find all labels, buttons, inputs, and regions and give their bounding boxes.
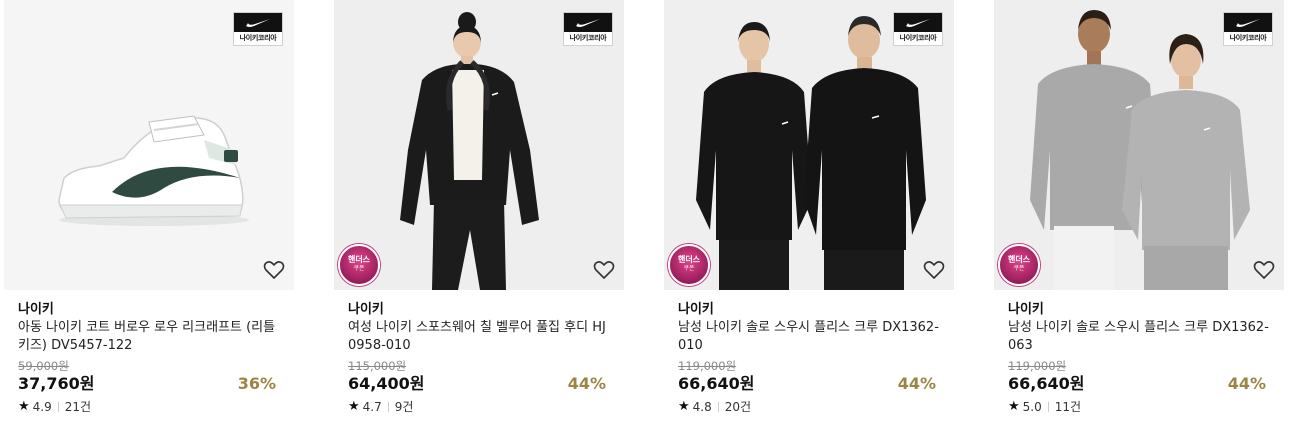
store-badge: 나이키코리아 <box>1223 12 1273 46</box>
discount-rate: 44% <box>1227 374 1266 393</box>
star-icon: ★ <box>348 399 360 414</box>
star-icon: ★ <box>678 399 690 414</box>
divider <box>1047 402 1049 412</box>
product-card[interactable]: 나이키코리아 나이키 아동 나이키 코트 버로우 로우 리크래프트 (리틀키즈)… <box>4 0 294 441</box>
price-row: 37,760원 36% <box>18 373 280 395</box>
star-icon: ★ <box>1008 399 1020 414</box>
store-badge: 나이키코리아 <box>563 12 613 46</box>
store-badge-label: 나이키코리아 <box>239 34 277 42</box>
product-name[interactable]: 남성 나이키 솔로 스우시 플리스 크루 DX1362-063 <box>1008 319 1270 355</box>
product-info: 나이키 여성 나이키 스포츠웨어 칠 벨루어 풀집 후디 HJ0958-010 … <box>334 290 624 415</box>
review-count: 9건 <box>394 400 414 414</box>
rating-row: ★ 5.0 11건 <box>1008 399 1270 415</box>
nike-swoosh-icon <box>246 18 270 27</box>
coupon-badge: 핸더스 쿠폰 <box>338 244 380 286</box>
sale-price: 37,760원 <box>18 374 95 393</box>
star-icon: ★ <box>18 399 30 414</box>
product-brand: 나이키 <box>348 302 384 317</box>
nike-swoosh-icon <box>576 18 600 27</box>
store-badge: 나이키코리아 <box>893 12 943 46</box>
original-price: 119,000원 <box>1008 359 1067 373</box>
store-badge-label: 나이키코리아 <box>569 34 607 42</box>
coupon-sub-label: 쿠폰 <box>353 265 365 272</box>
coupon-sub-label: 쿠폰 <box>1013 265 1025 272</box>
product-image[interactable]: 나이키코리아 핸더스 쿠폰 <box>664 0 954 290</box>
store-badge-label: 나이키코리아 <box>1229 34 1267 42</box>
coupon-label: 핸더스 <box>1007 255 1031 264</box>
product-image[interactable]: 나이키코리아 핸더스 쿠폰 <box>334 0 624 290</box>
coupon-badge: 핸더스 쿠폰 <box>998 244 1040 286</box>
rating-value: 4.8 <box>692 400 712 414</box>
discount-rate: 36% <box>237 374 276 393</box>
review-count: 20건 <box>724 400 752 414</box>
rating-row: ★ 4.9 21건 <box>18 399 280 415</box>
review-count: 21건 <box>64 400 92 414</box>
product-name[interactable]: 아동 나이키 코트 버로우 로우 리크래프트 (리틀키즈) DV5457-122 <box>18 319 280 355</box>
price-row: 66,640원 44% <box>678 373 940 395</box>
price-row: 66,640원 44% <box>1008 373 1270 395</box>
product-card[interactable]: 나이키코리아 핸더스 쿠폰 나이키 남성 나이키 솔로 스우시 플리스 크루 D… <box>994 0 1284 441</box>
rating-value: 4.9 <box>32 400 52 414</box>
product-info: 나이키 아동 나이키 코트 버로우 로우 리크래프트 (리틀키즈) DV5457… <box>4 290 294 415</box>
coupon-badge: 핸더스 쿠폰 <box>668 244 710 286</box>
store-badge: 나이키코리아 <box>233 12 283 46</box>
nike-swoosh-icon <box>906 18 930 27</box>
product-image[interactable]: 나이키코리아 핸더스 쿠폰 <box>994 0 1284 290</box>
original-price: 115,000원 <box>348 359 407 373</box>
product-info: 나이키 남성 나이키 솔로 스우시 플리스 크루 DX1362-063 119,… <box>994 290 1284 415</box>
review-count: 11건 <box>1054 400 1082 414</box>
product-grid: 나이키코리아 나이키 아동 나이키 코트 버로우 로우 리크래프트 (리틀키즈)… <box>0 0 1295 441</box>
original-price: 59,000원 <box>18 359 69 373</box>
rating-value: 5.0 <box>1022 400 1042 414</box>
product-brand: 나이키 <box>1008 302 1044 317</box>
heart-outline-icon[interactable] <box>1252 258 1276 282</box>
store-badge-label: 나이키코리아 <box>899 34 937 42</box>
rating-row: ★ 4.8 20건 <box>678 399 940 415</box>
rating-value: 4.7 <box>362 400 382 414</box>
sale-price: 66,640원 <box>678 374 755 393</box>
product-brand: 나이키 <box>18 302 54 317</box>
product-card[interactable]: 나이키코리아 핸더스 쿠폰 나이키 여성 나이키 스포츠웨어 칠 벨루어 풀집 … <box>334 0 624 441</box>
product-info: 나이키 남성 나이키 솔로 스우시 플리스 크루 DX1362-010 119,… <box>664 290 954 415</box>
product-name[interactable]: 남성 나이키 솔로 스우시 플리스 크루 DX1362-010 <box>678 319 940 355</box>
sale-price: 64,400원 <box>348 374 425 393</box>
heart-outline-icon[interactable] <box>592 258 616 282</box>
product-name[interactable]: 여성 나이키 스포츠웨어 칠 벨루어 풀집 후디 HJ0958-010 <box>348 319 610 355</box>
original-price: 119,000원 <box>678 359 737 373</box>
discount-rate: 44% <box>897 374 936 393</box>
discount-rate: 44% <box>567 374 606 393</box>
nike-swoosh-icon <box>1236 18 1260 27</box>
product-image[interactable]: 나이키코리아 <box>4 0 294 290</box>
coupon-label: 핸더스 <box>677 255 701 264</box>
product-card[interactable]: 나이키코리아 핸더스 쿠폰 나이키 남성 나이키 솔로 스우시 플리스 크루 D… <box>664 0 954 441</box>
price-row: 64,400원 44% <box>348 373 610 395</box>
coupon-label: 핸더스 <box>347 255 371 264</box>
heart-outline-icon[interactable] <box>922 258 946 282</box>
coupon-sub-label: 쿠폰 <box>683 265 695 272</box>
divider <box>57 402 59 412</box>
heart-outline-icon[interactable] <box>262 258 286 282</box>
rating-row: ★ 4.7 9건 <box>348 399 610 415</box>
divider <box>717 402 719 412</box>
product-brand: 나이키 <box>678 302 714 317</box>
divider <box>387 402 389 412</box>
sale-price: 66,640원 <box>1008 374 1085 393</box>
